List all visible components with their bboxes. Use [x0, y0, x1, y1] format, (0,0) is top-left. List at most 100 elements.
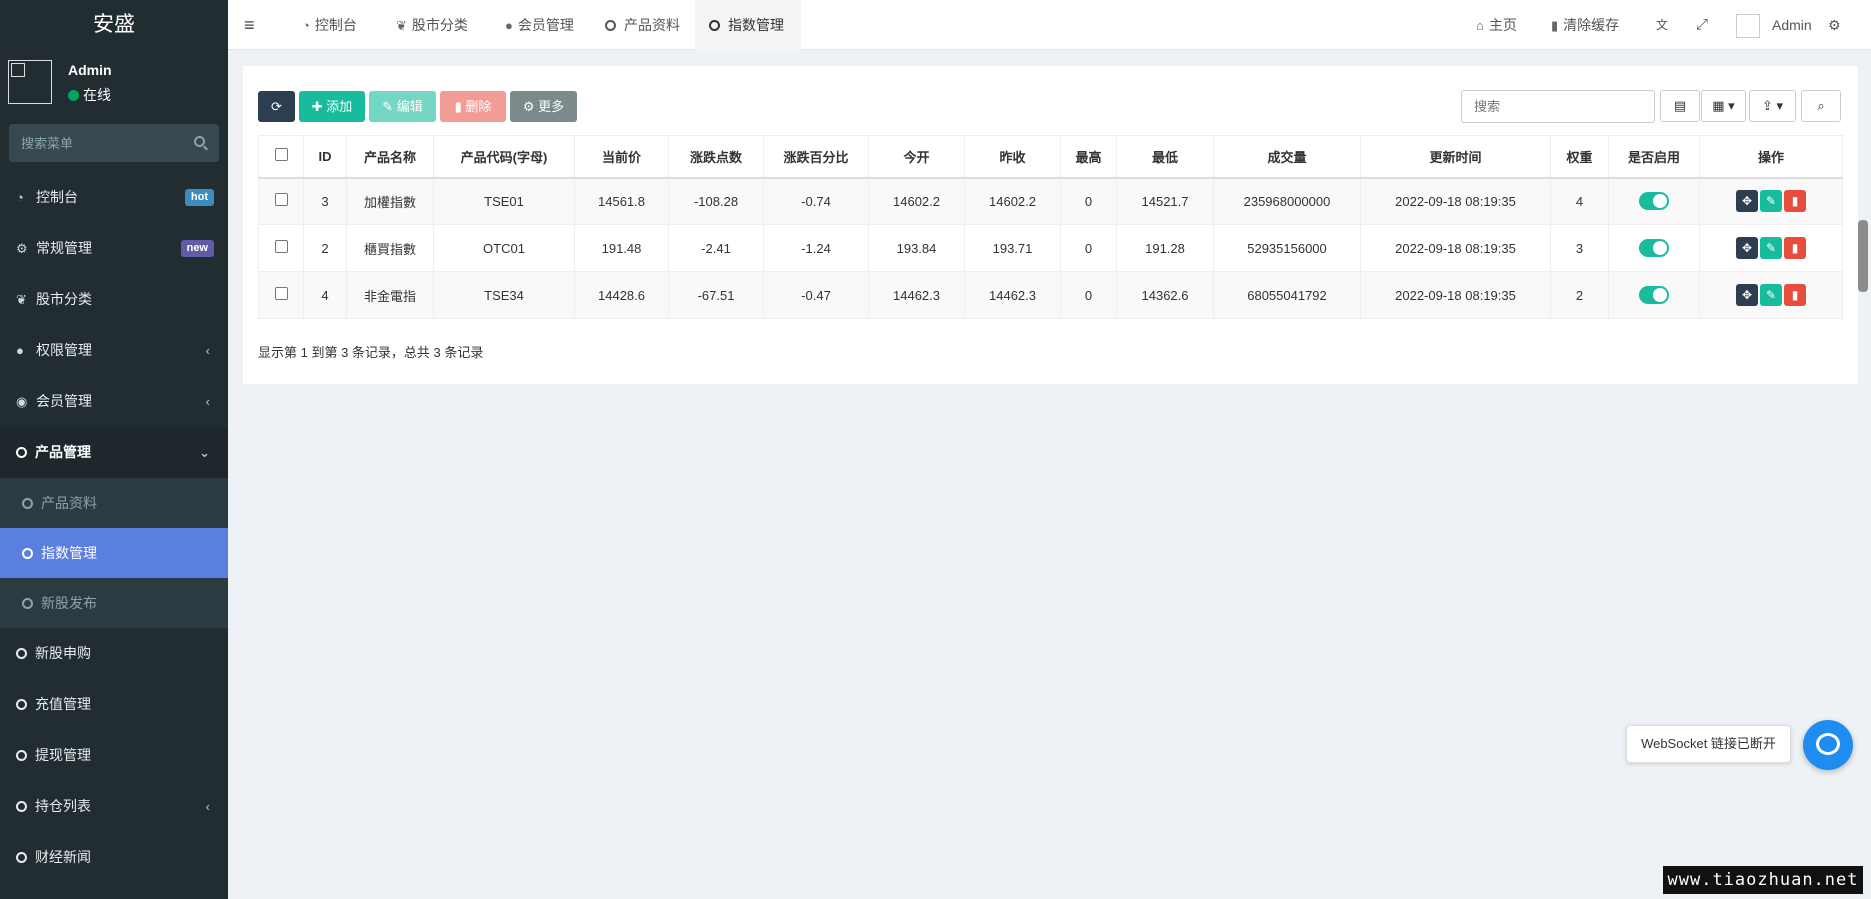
- enabled-toggle[interactable]: [1639, 286, 1669, 304]
- drag-sort-button[interactable]: ✥: [1736, 190, 1758, 213]
- export-icon[interactable]: ⇪ ▾: [1749, 90, 1796, 122]
- cell-enabled: [1608, 271, 1700, 319]
- menu-toggle-icon[interactable]: ≡: [244, 0, 255, 50]
- dashboard-icon: ◔: [16, 190, 24, 205]
- cell-low: 14362.6: [1116, 271, 1214, 319]
- cell-weight: 3: [1550, 224, 1609, 272]
- sidebar-item-permissions[interactable]: ● 权限管理 ‹: [0, 325, 228, 376]
- cell-actions: ✥ ✎ ▮: [1699, 177, 1843, 225]
- cogs-icon[interactable]: ⚙: [1828, 0, 1841, 50]
- col-change-pct[interactable]: 涨跌百分比: [763, 135, 869, 179]
- sidebar-menu: ◔ 控制台 hot ⚙ 常规管理 new ❦ 股市分类 ● 权限管理 ‹ ◉ 会员管理 ‹ 产品管…: [0, 172, 228, 883]
- row-checkbox[interactable]: [274, 193, 288, 207]
- row-checkbox[interactable]: [274, 240, 288, 253]
- sidebar-item-general[interactable]: ⚙ 常规管理 new: [0, 223, 228, 274]
- cell-code: TSE34: [433, 271, 575, 319]
- dashboard-icon: ◔: [302, 18, 310, 33]
- row-delete-button[interactable]: ▮: [1784, 190, 1806, 213]
- tab-market-category[interactable]: ❦ 股市分类: [384, 0, 480, 50]
- cell-updated: 2022-09-18 08:19:35: [1360, 224, 1551, 272]
- col-change[interactable]: 涨跌点数: [668, 135, 764, 179]
- col-open[interactable]: 今开: [868, 135, 965, 179]
- col-low[interactable]: 最低: [1116, 135, 1214, 179]
- row-edit-button[interactable]: ✎: [1760, 190, 1782, 213]
- sidebar-item-recharge[interactable]: 充值管理: [0, 679, 228, 730]
- advanced-search-icon[interactable]: ⌕: [1801, 90, 1841, 122]
- cogs-icon: ⚙: [16, 241, 28, 256]
- row-edit-button[interactable]: ✎: [1760, 284, 1782, 306]
- cell-code: TSE01: [433, 177, 575, 225]
- tab-index-management[interactable]: 指数管理: [695, 0, 801, 50]
- col-enabled[interactable]: 是否启用: [1608, 135, 1700, 179]
- col-updated[interactable]: 更新时间: [1360, 135, 1551, 179]
- list-view-icon[interactable]: ▤: [1660, 90, 1700, 122]
- sidebar-item-news[interactable]: 财经新闻: [0, 832, 228, 883]
- sidebar-item-products[interactable]: 产品管理 ⌄: [0, 427, 228, 478]
- cell-actions: ✥ ✎ ▮: [1699, 271, 1843, 319]
- col-code[interactable]: 产品代码(字母): [433, 135, 575, 179]
- cell-weight: 2: [1550, 271, 1609, 319]
- drag-sort-button[interactable]: ✥: [1736, 237, 1758, 259]
- tab-dashboard[interactable]: ◔ 控制台: [290, 0, 369, 50]
- enabled-toggle[interactable]: [1639, 192, 1669, 211]
- col-high[interactable]: 最高: [1060, 135, 1117, 179]
- cell-prev-close: 14462.3: [964, 271, 1061, 319]
- search-icon[interactable]: [194, 136, 205, 147]
- select-all-cell: [258, 135, 304, 179]
- admin-menu[interactable]: Admin: [1736, 0, 1812, 50]
- cell-open: 193.84: [868, 224, 965, 272]
- col-prev-close[interactable]: 昨收: [964, 135, 1061, 179]
- group-icon: ●: [16, 343, 24, 358]
- scrollbar-handle[interactable]: [1858, 220, 1868, 292]
- trash-icon: ▮: [1551, 18, 1559, 33]
- columns-toggle-icon[interactable]: ▦ ▾: [1701, 90, 1746, 122]
- language-icon[interactable]: 文: [1656, 0, 1668, 50]
- row-checkbox[interactable]: [274, 287, 288, 300]
- refresh-button[interactable]: ⟳: [258, 91, 295, 122]
- user-status: 在线: [68, 85, 111, 105]
- sidebar-item-withdraw[interactable]: 提现管理: [0, 730, 228, 781]
- home-link[interactable]: ⌂ 主页: [1476, 0, 1517, 50]
- delete-button[interactable]: ▮ 删除: [440, 91, 506, 122]
- col-id[interactable]: ID: [303, 135, 347, 179]
- circle-icon: [22, 598, 33, 609]
- sidebar-search-input[interactable]: [9, 124, 219, 162]
- sidebar-item-ipo-subscribe[interactable]: 新股申购: [0, 628, 228, 679]
- fullscreen-icon[interactable]: ⤢: [1696, 0, 1708, 50]
- brand-logo[interactable]: 安盛: [0, 0, 228, 50]
- edit-button[interactable]: ✎ 编辑: [369, 91, 436, 122]
- sidebar-search: [9, 124, 219, 162]
- cell-low: 14521.7: [1116, 177, 1214, 225]
- col-name[interactable]: 产品名称: [346, 135, 434, 179]
- sidebar-item-product-info[interactable]: 产品资料: [0, 478, 228, 528]
- clear-cache-link[interactable]: ▮ 清除缓存: [1551, 0, 1619, 50]
- drag-sort-button[interactable]: ✥: [1736, 284, 1758, 306]
- pagination-info: 显示第 1 到第 3 条记录，总共 3 条记录: [258, 345, 484, 360]
- tab-product-info[interactable]: 产品资料: [593, 0, 692, 50]
- sidebar-item-index-management[interactable]: 指数管理: [0, 528, 228, 578]
- more-button[interactable]: ⚙ 更多: [510, 91, 577, 122]
- cell-name: 櫃買指數: [346, 224, 434, 272]
- chevron-left-icon: ‹: [205, 394, 210, 409]
- select-all-checkbox[interactable]: [274, 148, 288, 162]
- sidebar-item-ipo-publish[interactable]: 新股发布: [0, 578, 228, 628]
- tab-members[interactable]: ● 会员管理: [493, 0, 586, 50]
- chat-bubble-button[interactable]: [1803, 720, 1853, 770]
- sidebar-item-positions[interactable]: 持仓列表 ‹: [0, 781, 228, 832]
- sidebar-item-dashboard[interactable]: ◔ 控制台 hot: [0, 172, 228, 223]
- online-dot-icon: [68, 90, 79, 101]
- col-volume[interactable]: 成交量: [1213, 135, 1361, 179]
- user-icon: ●: [505, 18, 513, 33]
- table-search-input[interactable]: [1461, 90, 1655, 123]
- sidebar-item-market-category[interactable]: ❦ 股市分类: [0, 274, 228, 325]
- sidebar-item-members[interactable]: ◉ 会员管理 ‹: [0, 376, 228, 427]
- row-delete-button[interactable]: ▮: [1784, 237, 1806, 259]
- enabled-toggle[interactable]: [1639, 239, 1669, 257]
- col-weight[interactable]: 权重: [1550, 135, 1609, 179]
- row-delete-button[interactable]: ▮: [1784, 284, 1806, 306]
- col-price[interactable]: 当前价: [574, 135, 669, 179]
- add-button[interactable]: ✚ 添加: [299, 91, 365, 122]
- cell-change: -67.51: [668, 271, 764, 319]
- row-edit-button[interactable]: ✎: [1760, 237, 1782, 259]
- cell-price: 14561.8: [574, 177, 669, 225]
